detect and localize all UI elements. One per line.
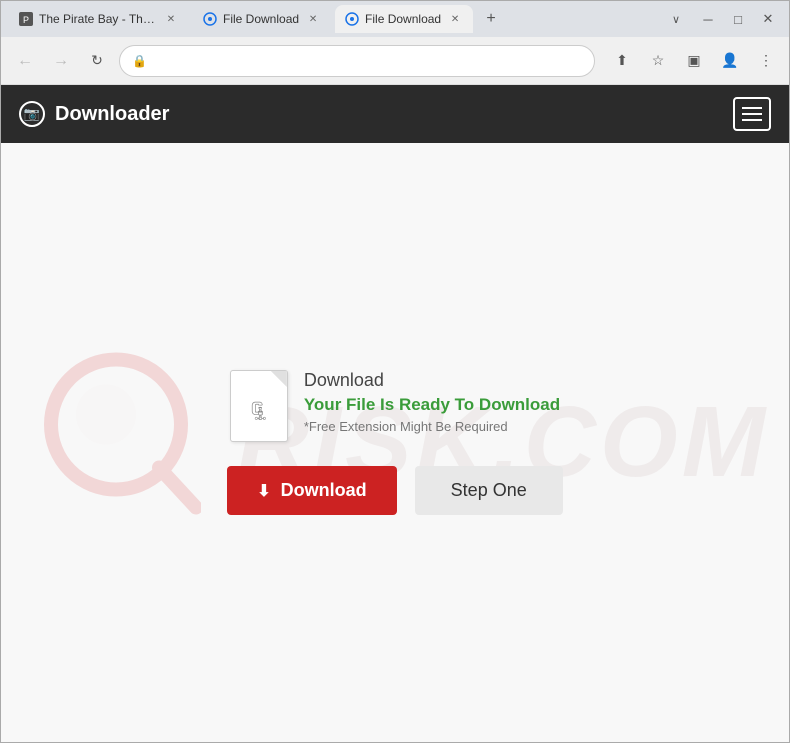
close-button[interactable]: ✕: [759, 10, 777, 28]
svg-text:P: P: [23, 15, 29, 25]
profile-button[interactable]: 👤: [717, 48, 743, 74]
step-one-label: Step One: [451, 480, 527, 500]
download-title: Download: [304, 370, 560, 391]
zip-icon: 🗜: [247, 401, 270, 422]
toggle-bar-1: [742, 107, 762, 109]
browser-window: P The Pirate Bay - The... ✕ File Downloa…: [0, 0, 790, 743]
forward-button[interactable]: →: [47, 47, 75, 75]
chevron-up-control[interactable]: ∨: [665, 10, 687, 28]
address-input[interactable]: 🔒: [119, 45, 595, 77]
download-text: Download Your File Is Ready To Download …: [304, 370, 560, 434]
address-bar-actions: ⬆ ☆ ▣ 👤 ⋮: [609, 48, 779, 74]
file-icon-corner: [271, 371, 287, 387]
pirate-bay-favicon: P: [19, 12, 33, 26]
download-button-label: Download: [281, 480, 367, 501]
tab-file-download-2-close[interactable]: ✕: [447, 11, 463, 27]
tab-file-download-1-title: File Download: [223, 12, 299, 26]
file-download-2-favicon: [345, 12, 359, 26]
title-bar: P The Pirate Bay - The... ✕ File Downloa…: [1, 1, 789, 37]
download-note: *Free Extension Might Be Required: [304, 419, 560, 434]
step-one-button[interactable]: Step One: [415, 466, 563, 515]
new-tab-button[interactable]: +: [477, 5, 505, 33]
download-card: 🗜 Download Your File Is Ready To Downloa…: [227, 370, 562, 515]
file-icon: 🗜: [230, 370, 288, 442]
download-button[interactable]: ⬇ Download: [227, 466, 396, 515]
watermark-magnifier: [41, 349, 201, 519]
brand-name: Downloader: [55, 103, 169, 126]
navbar-brand: 📷 Downloader: [19, 101, 169, 127]
share-button[interactable]: ⬆: [609, 48, 635, 74]
sidebar-button[interactable]: ▣: [681, 48, 707, 74]
download-arrow-icon: ⬇: [257, 481, 270, 501]
file-download-1-favicon: [203, 12, 217, 26]
maximize-button[interactable]: □: [729, 10, 747, 28]
tab-pirate-bay-close[interactable]: ✕: [163, 11, 179, 27]
main-content: RISK.COM 🗜 Download Your File Is Ready T…: [1, 143, 789, 742]
tab-pirate-bay[interactable]: P The Pirate Bay - The... ✕: [9, 5, 189, 33]
back-button[interactable]: ←: [11, 47, 39, 75]
download-ready-text: Your File Is Ready To Download: [304, 395, 560, 415]
window-controls: ∨ ─ □ ✕: [665, 10, 781, 28]
refresh-button[interactable]: ↻: [83, 47, 111, 75]
minimize-button[interactable]: ─: [699, 10, 717, 28]
camera-icon: 📷: [24, 106, 40, 122]
tab-file-download-1[interactable]: File Download ✕: [193, 5, 331, 33]
tab-file-download-2-title: File Download: [365, 12, 441, 26]
lock-icon: 🔒: [132, 54, 147, 68]
navbar-toggle-button[interactable]: [733, 97, 771, 131]
address-bar: ← → ↻ 🔒 ⬆ ☆ ▣ 👤 ⋮: [1, 37, 789, 85]
site-navbar: 📷 Downloader: [1, 85, 789, 143]
button-row: ⬇ Download Step One: [227, 466, 562, 515]
bookmark-button[interactable]: ☆: [645, 48, 671, 74]
menu-button[interactable]: ⋮: [753, 48, 779, 74]
toggle-bar-3: [742, 119, 762, 121]
brand-icon: 📷: [19, 101, 45, 127]
tab-file-download-1-close[interactable]: ✕: [305, 11, 321, 27]
download-info: 🗜 Download Your File Is Ready To Downloa…: [230, 370, 560, 442]
tab-file-download-2[interactable]: File Download ✕: [335, 5, 473, 33]
page-content: 📷 Downloader RISK.COM: [1, 85, 789, 742]
toggle-bar-2: [742, 113, 762, 115]
tab-pirate-bay-title: The Pirate Bay - The...: [39, 12, 157, 26]
